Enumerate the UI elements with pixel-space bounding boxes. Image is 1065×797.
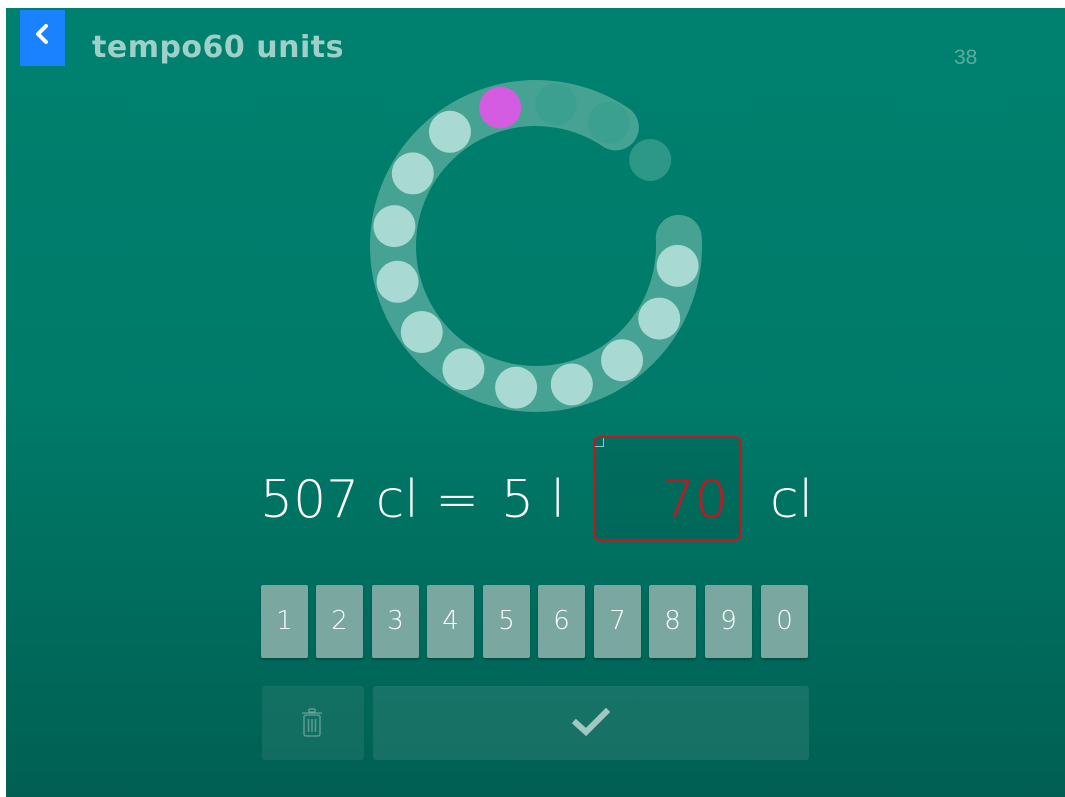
answer-unit: cl [770, 470, 814, 530]
progress-dot-completed [373, 205, 416, 248]
equation: 507 cl = 5 l 70 cl [6, 436, 1065, 548]
key-8[interactable]: 8 [649, 585, 696, 658]
answer-value: 70 [661, 470, 728, 530]
progress-dot-pending [587, 101, 630, 144]
progress-ring [370, 80, 702, 412]
equation-middle: 5 l [501, 470, 566, 530]
trash-icon [302, 708, 322, 737]
checkmark-icon [572, 708, 610, 737]
progress-dot-completed [428, 110, 471, 153]
key-2[interactable]: 2 [316, 585, 363, 658]
key-7[interactable]: 7 [594, 585, 641, 658]
key-1[interactable]: 1 [261, 585, 308, 658]
key-5[interactable]: 5 [483, 585, 530, 658]
key-3[interactable]: 3 [372, 585, 419, 658]
progress-dot-completed [550, 363, 593, 406]
delete-button[interactable] [262, 686, 364, 760]
progress-dot-completed [376, 260, 419, 303]
progress-dot-completed [391, 152, 434, 195]
app-screen: tempo60 units 38 507 cl = 5 l 70 cl 1 2 … [6, 8, 1065, 797]
key-0[interactable]: 0 [761, 585, 808, 658]
equation-left: 507 cl = [260, 470, 479, 530]
progress-dot-completed [638, 297, 681, 340]
key-6[interactable]: 6 [538, 585, 585, 658]
answer-input[interactable]: 70 [593, 436, 742, 541]
progress-dot-completed [400, 311, 443, 354]
progress-dot-completed [442, 348, 485, 391]
key-4[interactable]: 4 [427, 585, 474, 658]
progress-dot-pending [534, 83, 577, 126]
key-9[interactable]: 9 [705, 585, 752, 658]
submit-button[interactable] [373, 686, 809, 760]
progress-dot-completed [495, 366, 538, 409]
answer-caret [595, 438, 604, 447]
progress-dot-completed [656, 244, 699, 287]
progress-dot-pending [629, 138, 672, 181]
progress-dot-completed [601, 339, 644, 382]
progress-dot-current [479, 86, 522, 129]
